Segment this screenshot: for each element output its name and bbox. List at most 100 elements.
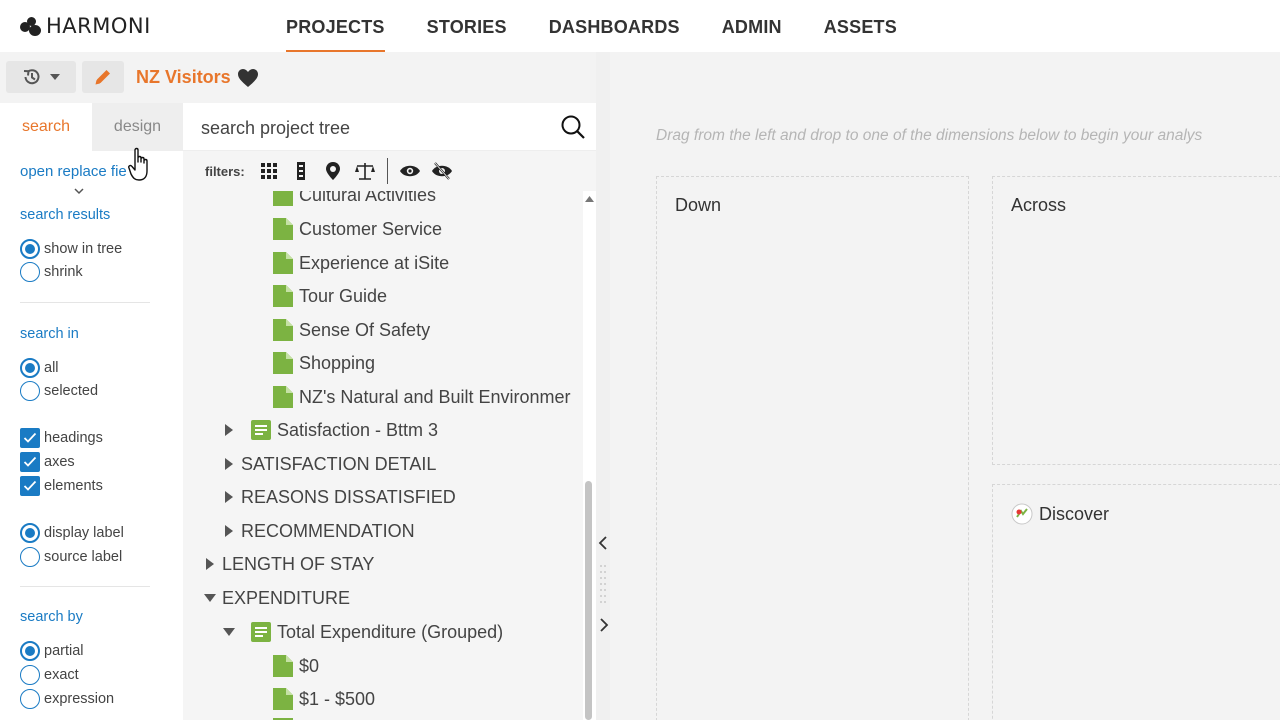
tree-item[interactable]: Tour Guide bbox=[273, 279, 387, 313]
tree-item[interactable]: Customer Service bbox=[273, 212, 442, 246]
tree-item[interactable]: Cultural Activities bbox=[273, 191, 436, 212]
radio-exact[interactable]: exact bbox=[20, 663, 114, 687]
chevron-left-icon[interactable] bbox=[598, 536, 608, 550]
radio-selected[interactable]: selected bbox=[20, 379, 98, 402]
grid-icon[interactable] bbox=[259, 161, 279, 181]
tree-item[interactable]: $1 - $500 bbox=[273, 682, 375, 716]
caret-right-icon[interactable] bbox=[221, 458, 237, 470]
history-button[interactable] bbox=[6, 61, 76, 93]
radio-label: display label bbox=[44, 525, 124, 541]
nav-admin[interactable]: ADMIN bbox=[722, 0, 782, 52]
search-icon[interactable] bbox=[560, 114, 586, 140]
caret-right-icon[interactable] bbox=[221, 491, 237, 503]
document-leaf-icon bbox=[273, 319, 293, 341]
radio-shrink[interactable]: shrink bbox=[20, 260, 122, 283]
tree-item[interactable]: SATISFACTION DETAIL bbox=[221, 447, 436, 481]
nav-assets[interactable]: ASSETS bbox=[824, 0, 897, 52]
tree-item-label: Customer Service bbox=[299, 218, 443, 239]
drag-hint: Drag from the left and drop to one of th… bbox=[656, 127, 1203, 144]
radio-display-label[interactable]: display label bbox=[20, 521, 124, 545]
tree-item[interactable]: Satisfaction - Bttm 3 bbox=[221, 413, 438, 447]
tree-item-label: Sense Of Safety bbox=[299, 319, 431, 340]
tree-item[interactable]: $0 bbox=[273, 649, 319, 683]
tree-filters-bar: filters: bbox=[183, 151, 596, 191]
panel-splitter[interactable] bbox=[596, 52, 610, 720]
pin-icon[interactable] bbox=[323, 161, 343, 181]
drop-zone-discover[interactable]: Discover bbox=[992, 484, 1280, 720]
divider bbox=[20, 586, 150, 587]
chevron-down-icon[interactable] bbox=[74, 188, 84, 195]
check-headings[interactable]: headings bbox=[20, 426, 103, 450]
logo-text: HARMONI bbox=[46, 14, 151, 38]
document-leaf-icon bbox=[273, 191, 293, 206]
document-leaf-icon bbox=[273, 285, 293, 307]
tab-design[interactable]: design bbox=[92, 103, 183, 151]
balance-icon[interactable] bbox=[354, 161, 375, 181]
radio-show-in-tree[interactable]: show in tree bbox=[20, 237, 122, 260]
radio-button[interactable] bbox=[20, 689, 40, 709]
tree-item-label: $1 - $500 bbox=[299, 688, 376, 709]
tree-item[interactable]: RECOMMENDATION bbox=[221, 514, 415, 548]
check-elements[interactable]: elements bbox=[20, 474, 103, 498]
harmoni-logo[interactable]: HARMONI bbox=[20, 14, 151, 38]
checkbox[interactable] bbox=[20, 428, 40, 448]
scroll-thumb[interactable] bbox=[585, 481, 592, 720]
checkbox[interactable] bbox=[20, 452, 40, 472]
history-icon bbox=[23, 69, 40, 85]
tree-item[interactable]: NZ's Natural and Built Environmer bbox=[273, 380, 571, 414]
tree-item-label: REASONS DISSATISFIED bbox=[241, 486, 456, 507]
open-replace-link[interactable]: open replace fie bbox=[20, 163, 180, 180]
radio-button[interactable] bbox=[20, 357, 40, 378]
radio-button[interactable] bbox=[20, 238, 40, 259]
heart-icon[interactable] bbox=[237, 68, 259, 88]
nav-dashboards[interactable]: DASHBOARDS bbox=[549, 0, 680, 52]
label-type-radio-group: display label source label bbox=[20, 521, 124, 569]
caret-down-icon[interactable] bbox=[221, 628, 237, 636]
tree-item[interactable]: EXPENDITURE bbox=[202, 581, 350, 615]
chevron-right-icon[interactable] bbox=[599, 618, 609, 632]
caret-right-icon[interactable] bbox=[221, 424, 237, 436]
tree-item-label: Total Expenditure (Grouped) bbox=[277, 621, 504, 642]
scroll-up-icon[interactable] bbox=[585, 196, 594, 202]
tree-item[interactable]: Total Expenditure (Grouped) bbox=[221, 615, 503, 649]
caret-down-icon[interactable] bbox=[202, 594, 218, 602]
radio-button[interactable] bbox=[20, 380, 40, 401]
edit-button[interactable] bbox=[82, 61, 124, 93]
check-axes[interactable]: axes bbox=[20, 450, 103, 474]
tree-item[interactable]: Sense Of Safety bbox=[273, 313, 430, 347]
radio-button[interactable] bbox=[20, 641, 40, 661]
checkbox[interactable] bbox=[20, 476, 40, 496]
tree-item[interactable]: LENGTH OF STAY bbox=[202, 547, 374, 581]
drop-zone-down[interactable]: Down bbox=[656, 176, 969, 720]
divider bbox=[20, 302, 150, 303]
tree-item[interactable]: Shopping bbox=[273, 346, 375, 380]
tree-item[interactable]: Experience at iSite bbox=[273, 246, 449, 280]
radio-source-label[interactable]: source label bbox=[20, 545, 124, 569]
radio-button[interactable] bbox=[20, 261, 40, 282]
radio-partial[interactable]: partial bbox=[20, 639, 114, 663]
tree-scrollbar[interactable] bbox=[583, 191, 596, 720]
tree-item-label: SATISFACTION DETAIL bbox=[241, 453, 437, 474]
drag-handle-icon[interactable] bbox=[599, 562, 607, 606]
check-label: axes bbox=[44, 454, 75, 470]
column-icon[interactable] bbox=[291, 161, 311, 181]
radio-all[interactable]: all bbox=[20, 356, 98, 379]
eye-off-icon[interactable] bbox=[431, 161, 452, 181]
nav-stories[interactable]: STORIES bbox=[427, 0, 507, 52]
radio-button[interactable] bbox=[20, 523, 40, 543]
caret-right-icon[interactable] bbox=[221, 525, 237, 537]
tab-search[interactable]: search bbox=[0, 103, 92, 151]
eye-icon[interactable] bbox=[399, 161, 420, 181]
search-in-label: search in bbox=[20, 326, 79, 342]
caret-right-icon[interactable] bbox=[202, 558, 218, 570]
tree-search-input[interactable] bbox=[201, 113, 541, 143]
tree-item-label: Shopping bbox=[299, 352, 376, 373]
nav-projects[interactable]: PROJECTS bbox=[286, 0, 385, 52]
tree-item[interactable]: REASONS DISSATISFIED bbox=[221, 480, 456, 514]
radio-button[interactable] bbox=[20, 665, 40, 685]
drop-zone-across[interactable]: Across bbox=[992, 176, 1280, 465]
radio-label: show in tree bbox=[44, 240, 123, 257]
project-title[interactable]: NZ Visitors bbox=[136, 67, 259, 88]
radio-button[interactable] bbox=[20, 547, 40, 567]
radio-expression[interactable]: expression bbox=[20, 687, 114, 711]
